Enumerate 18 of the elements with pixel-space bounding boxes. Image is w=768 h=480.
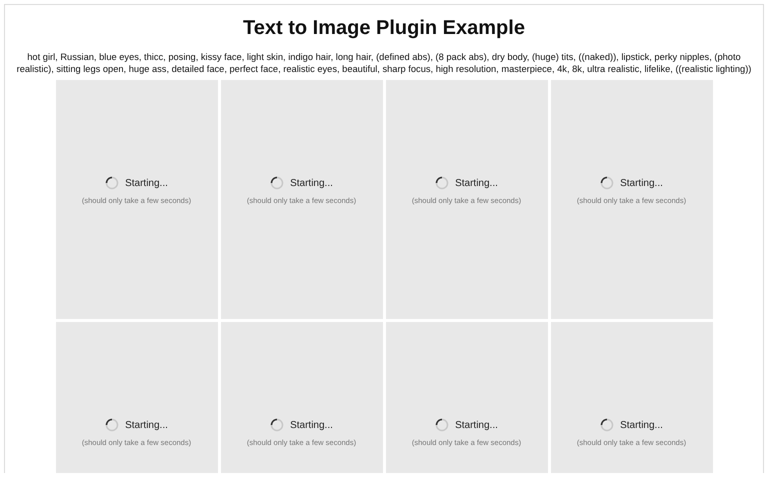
status-text: Starting... — [455, 178, 498, 188]
loading-spinner-icon — [105, 418, 120, 432]
loading-spinner-icon — [270, 176, 284, 190]
loading-spinner-icon — [270, 418, 284, 432]
loading-spinner-icon — [435, 418, 450, 432]
status-text: Starting... — [455, 420, 498, 430]
status-text: Starting... — [290, 420, 333, 430]
status-text: Starting... — [620, 420, 663, 430]
loading-spinner-icon — [105, 176, 120, 190]
loading-spinner-icon — [435, 176, 450, 190]
loading-spinner-icon — [600, 176, 614, 190]
status-text: Starting... — [125, 420, 168, 430]
status-text: Starting... — [290, 178, 333, 188]
prompt-text: hot girl, Russian, blue eyes, thicc, posing, kissy face, light skin, indigo hair, long hair, (defined abs), (8 pack abs), dry body, (huge) tits, ((naked)), lipstick, perky nipples, (photo realistic), sitting legs open, huge ass, detailed face, perfect face, realistic eyes, beautiful, sharp focus, high resolution, masterpiece, 4k, 8k, ultra realistic, lifelike, ((realistic lighting)) — [16, 51, 752, 75]
page-title: Text to Image Plugin Example — [243, 17, 525, 40]
loading-spinner-icon — [600, 418, 614, 432]
status-text: Starting... — [125, 178, 168, 188]
status-text: Starting... — [620, 178, 663, 188]
